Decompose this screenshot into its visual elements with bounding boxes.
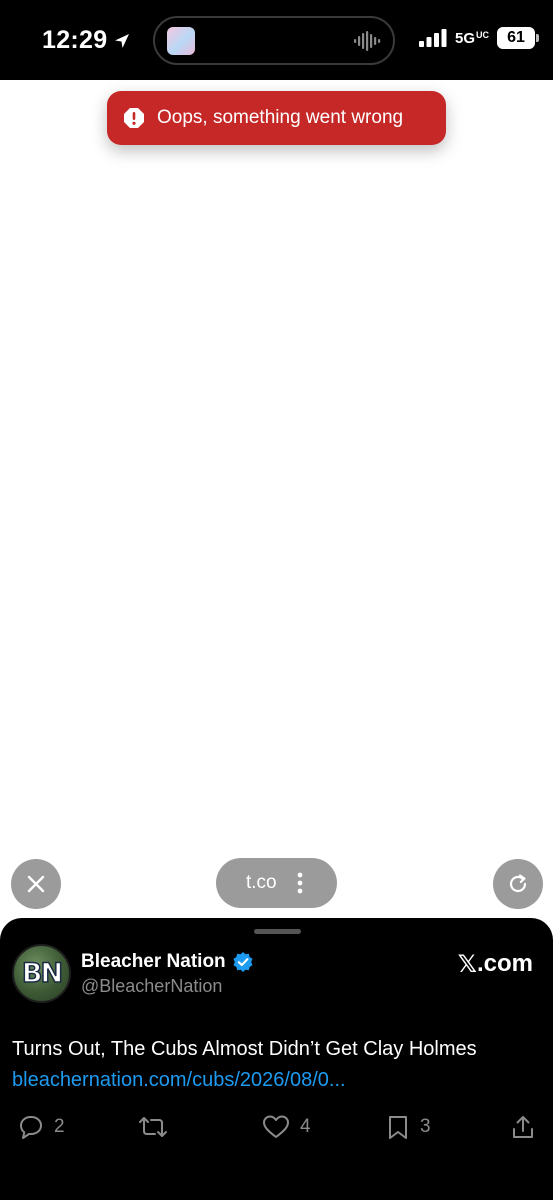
source-link[interactable]: 𝕏 .com (458, 950, 533, 978)
screen: 12:29 5GUC 61 Oops, something went wrong… (0, 0, 553, 1200)
battery-level: 61 (507, 29, 525, 46)
bookmark-count: 3 (420, 1116, 431, 1137)
tweet-sheet: BN Bleacher Nation @BleacherNation 𝕏 .com… (0, 918, 553, 1200)
like-count: 4 (300, 1116, 311, 1137)
heart-icon (263, 1115, 289, 1138)
avatar-logo: BN (21, 957, 64, 990)
like-button[interactable]: 4 (262, 1114, 311, 1140)
alert-icon (124, 108, 144, 128)
bookmark-icon (389, 1116, 407, 1139)
network-badge: UC (476, 29, 489, 40)
author-row[interactable]: Bleacher Nation (81, 951, 254, 973)
network-type: 5G (454, 29, 475, 47)
reply-icon (20, 1116, 42, 1139)
toast-message: Oops, something went wrong (157, 107, 404, 128)
network-label: 5GUC (455, 30, 489, 47)
repost-button[interactable] (138, 1114, 178, 1140)
close-button[interactable] (11, 859, 61, 909)
display-name[interactable]: Bleacher Nation (81, 951, 226, 973)
verified-badge-icon (233, 952, 253, 972)
signal-icon (418, 29, 447, 47)
status-time: 12:29 (42, 26, 108, 54)
tweet-actions: 2 4 3 (0, 1114, 553, 1144)
location-arrow-icon (115, 33, 130, 48)
avatar[interactable]: BN (12, 944, 71, 1003)
author-handle[interactable]: @BleacherNation (81, 976, 222, 997)
bookmark-button[interactable]: 3 (386, 1114, 431, 1140)
source-domain: .com (476, 950, 533, 977)
tweet-headline[interactable]: Turns Out, The Cubs Almost Didn’t Get Cl… (12, 1038, 477, 1061)
audio-wave-icon (354, 31, 381, 51)
tweet-link[interactable]: bleachernation.com/cubs/2026/08/0... (12, 1069, 346, 1092)
status-bar: 12:29 5GUC 61 (0, 0, 553, 80)
more-vertical-icon[interactable] (297, 872, 303, 894)
reload-icon (509, 874, 527, 893)
battery-icon: 61 (497, 27, 539, 49)
status-indicators: 5GUC 61 (418, 27, 539, 49)
share-button[interactable] (510, 1114, 536, 1140)
url-pill[interactable]: t.co (216, 858, 337, 908)
time-group: 12:29 (42, 26, 131, 55)
reply-button[interactable]: 2 (18, 1114, 65, 1140)
reload-button[interactable] (493, 859, 543, 909)
close-icon (27, 875, 45, 893)
share-icon (513, 1116, 533, 1138)
app-icon (167, 27, 195, 55)
sheet-grabber[interactable] (254, 929, 301, 934)
url-label: t.co (246, 872, 277, 893)
reply-count: 2 (54, 1116, 65, 1137)
x-logo-icon: 𝕏 (457, 950, 477, 978)
repost-icon (139, 1117, 167, 1137)
error-toast[interactable]: Oops, something went wrong (107, 91, 446, 145)
dynamic-island[interactable] (153, 16, 395, 65)
